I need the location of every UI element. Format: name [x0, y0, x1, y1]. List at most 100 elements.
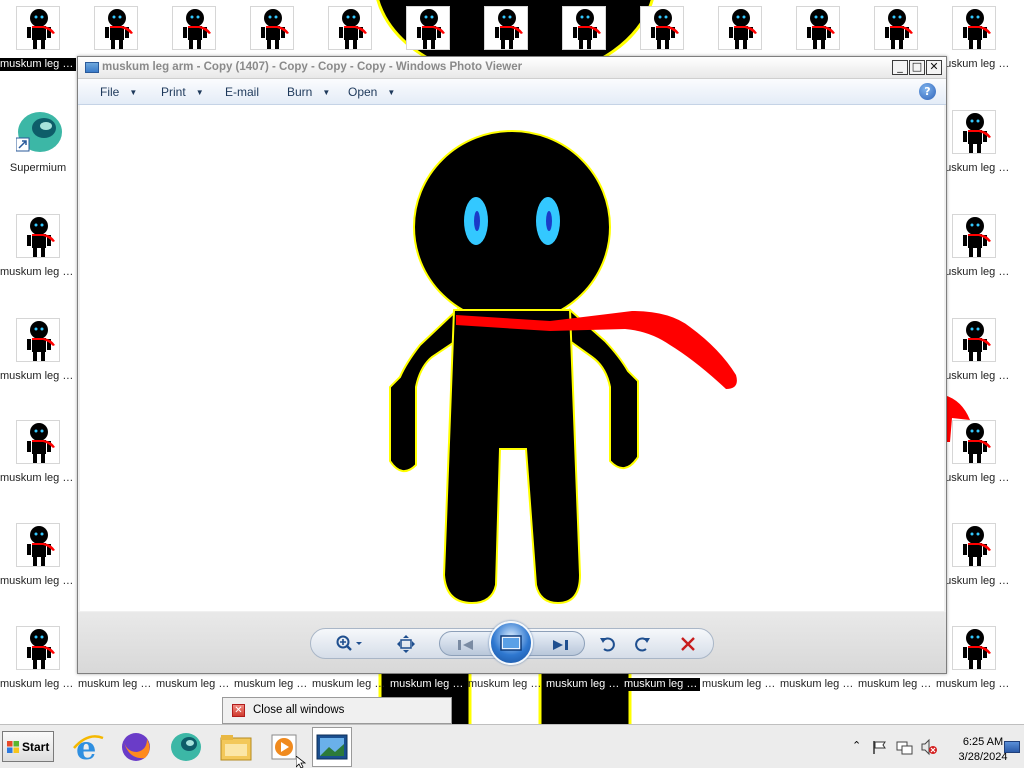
thumbnail [16, 214, 60, 258]
viewer-control-bar [78, 612, 946, 673]
delete-icon [681, 636, 695, 651]
show-desktop-button[interactable] [1004, 741, 1020, 753]
thumbnail [796, 6, 840, 50]
minimize-button[interactable]: _ [892, 60, 908, 75]
desktop-icon-label: muskum leg arm - Copy... [936, 678, 1012, 690]
control-pill [310, 621, 714, 665]
thumbnail [640, 6, 684, 50]
close-icon: ✕ [232, 704, 245, 717]
thumbnail [16, 318, 60, 362]
actual-size-button[interactable] [391, 629, 421, 658]
menu-email[interactable]: E-mail [225, 85, 259, 99]
figure-head [413, 130, 611, 324]
mouse-cursor [296, 756, 306, 768]
desktop-icon-label: muskum leg arm - Copy... [858, 678, 934, 690]
desktop-icon-label: muskum leg arm - Copy... [936, 472, 1012, 484]
menu-file-label: File [100, 85, 120, 99]
thumbnail [484, 6, 528, 50]
thumbnail [952, 110, 996, 154]
image-canvas[interactable] [80, 105, 944, 611]
next-button[interactable] [542, 630, 578, 659]
thumbnail [952, 626, 996, 670]
previous-icon [458, 639, 473, 650]
rotate-counterclockwise-icon [600, 636, 615, 651]
desktop-icon-label: muskum leg arm - Copy... [0, 575, 76, 587]
title-bar[interactable]: muskum leg arm - Copy (1407) - Copy - Co… [78, 57, 946, 79]
thumbnail [718, 6, 762, 50]
menu-print[interactable]: Print ▼ [161, 85, 204, 99]
desktop-icon-label: muskum leg arm - Copy... [0, 266, 76, 278]
desktop-icon-label: muskum leg arm - Copy... [156, 678, 232, 690]
thumbnail [562, 6, 606, 50]
menu-file[interactable]: File ▼ [100, 85, 137, 99]
thumbnail [952, 420, 996, 464]
taskbar-internet-explorer[interactable]: e [68, 727, 108, 767]
help-button[interactable]: ? [919, 83, 936, 100]
firefox-icon [122, 733, 150, 761]
start-button[interactable]: Start [2, 731, 54, 762]
supermium-label: Supermium [9, 162, 67, 174]
desktop-icon-label: muskum leg al arm - Copy... [0, 58, 76, 71]
previous-button[interactable] [448, 630, 484, 659]
desktop-icon-label: muskum leg arm - Copy... [936, 162, 1012, 174]
zoom-icon [336, 635, 362, 651]
thumbnail [952, 523, 996, 567]
menu-burn-label: Burn [287, 85, 313, 99]
rotate-counterclockwise-button[interactable] [593, 629, 623, 658]
action-center-flag-icon[interactable] [872, 739, 888, 755]
thumbnail [16, 626, 60, 670]
taskbar-supermium[interactable] [166, 727, 206, 767]
menu-email-label: E-mail [225, 85, 260, 99]
figure-right-pupil [546, 211, 552, 231]
photo-viewer-window[interactable]: muskum leg arm - Copy (1407) - Copy - Co… [77, 56, 947, 674]
taskbar-file-explorer[interactable] [216, 727, 256, 767]
windows-logo-icon [7, 741, 19, 753]
close-button[interactable]: ✕ [926, 60, 942, 75]
figure-body [442, 309, 582, 605]
thumbnail [328, 6, 372, 50]
taskbar-photo-viewer[interactable] [312, 727, 352, 767]
menu-print-label: Print [161, 85, 186, 99]
slideshow-icon [500, 635, 522, 651]
show-hidden-icons-button[interactable]: ⌃ [852, 739, 861, 752]
thumbnail [952, 214, 996, 258]
desktop-icon-label: muskum leg arm - Copy... [468, 678, 544, 690]
chevron-down-icon: ▼ [387, 88, 396, 98]
desktop-icon-label: muskum leg arm - Copy... [78, 678, 154, 690]
photo-viewer-app-icon [85, 62, 99, 73]
desktop-icon-label: muskum leg arm - Copy... [0, 472, 76, 484]
thumbnail [250, 6, 294, 50]
thumbnail [16, 420, 60, 464]
thumbnail [94, 6, 138, 50]
figure-left-pupil [474, 211, 480, 231]
desktop-icon-label: muskum leg arm - Copy... [390, 678, 466, 691]
chevron-down-icon: ▼ [129, 88, 138, 98]
menu-open[interactable]: Open ▼ [348, 85, 395, 99]
figure-outline [389, 130, 639, 605]
photo-viewer-icon [316, 734, 348, 760]
next-icon [553, 639, 568, 650]
desktop-icon-label: muskum leg arm - Copy... [780, 678, 856, 690]
supermium-icon [16, 110, 62, 154]
stick-figure-image [389, 130, 737, 605]
thumbnail [16, 6, 60, 50]
taskbar-firefox[interactable] [116, 727, 156, 767]
desktop-icon-label: muskum leg arm - Copy... [936, 266, 1012, 278]
slideshow-button[interactable] [489, 621, 533, 665]
menu-burn[interactable]: Burn ▼ [287, 85, 330, 99]
desktop-icon-label: muskum leg arm - Copy... [546, 678, 622, 691]
desktop-icon-label: muskum leg arm - Copy... [0, 678, 76, 690]
network-icon[interactable] [896, 738, 914, 756]
volume-muted-icon[interactable] [920, 738, 938, 756]
thumbnail [874, 6, 918, 50]
desktop-icon-label: muskum leg arm - Copy... [312, 678, 388, 690]
svg-text:e: e [76, 730, 96, 764]
actual-size-icon [397, 634, 415, 653]
zoom-button[interactable] [333, 629, 369, 658]
maximize-button[interactable]: □ [909, 60, 925, 75]
menu-open-label: Open [348, 85, 378, 99]
rotate-clockwise-button[interactable] [627, 629, 657, 658]
thumbnail [16, 523, 60, 567]
delete-button[interactable] [673, 629, 703, 658]
chevron-down-icon: ▼ [195, 88, 204, 98]
